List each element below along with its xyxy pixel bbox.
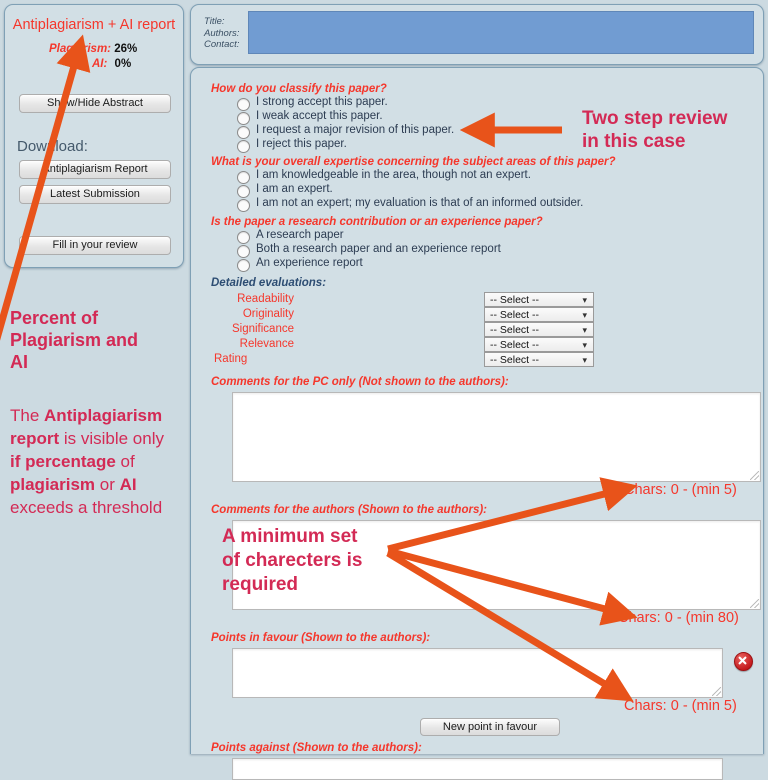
readability-select-value: -- Select -- — [490, 294, 540, 306]
resize-grip-icon[interactable] — [712, 687, 721, 696]
relevance-label: Relevance — [239, 338, 294, 350]
delete-point-icon[interactable] — [734, 652, 753, 671]
readability-label: Readability — [237, 293, 294, 305]
antiplagiarism-title: Antiplagiarism + AI report — [12, 17, 176, 33]
rating-select[interactable]: -- Select -- ▾ — [484, 352, 594, 367]
readability-select[interactable]: -- Select -- ▾ — [484, 292, 594, 307]
authors-label: Authors: — [204, 27, 240, 39]
paper-type-radio-0[interactable] — [237, 231, 250, 244]
annotation-fragment: exceeds a threshold — [10, 498, 163, 517]
submission-header-panel: Title: Authors: Contact: — [190, 4, 764, 65]
paper-type-question: Is the paper a research contribution or … — [211, 216, 543, 228]
comments-pc-label: Comments for the PC only (Not shown to t… — [211, 376, 509, 388]
annotation-fragment: AI — [119, 475, 137, 494]
originality-select[interactable]: -- Select -- ▾ — [484, 307, 594, 322]
expertise-question: What is your overall expertise concernin… — [211, 156, 616, 168]
classify-option-0[interactable]: I strong accept this paper. — [256, 96, 388, 108]
classify-radio-3[interactable] — [237, 140, 250, 153]
latest-submission-button[interactable]: Latest Submission — [19, 185, 171, 204]
classify-option-2[interactable]: I request a major revision of this paper… — [256, 124, 454, 136]
chevron-down-icon: ▾ — [582, 340, 587, 350]
fill-in-your-review-button[interactable]: Fill in your review — [19, 236, 171, 255]
plagiarism-value: 26% — [114, 43, 138, 55]
rating-select-value: -- Select -- — [490, 354, 540, 366]
comments-pc-textarea[interactable] — [232, 392, 761, 482]
points-favour-textarea[interactable] — [232, 648, 723, 698]
significance-select-value: -- Select -- — [490, 324, 540, 336]
classify-question: How do you classify this paper? — [211, 83, 387, 95]
points-against-textarea[interactable] — [232, 758, 723, 780]
points-favour-label: Points in favour (Shown to the authors): — [211, 632, 431, 644]
annotation-fragment: The — [10, 406, 45, 425]
header-field-labels: Title: Authors: Contact: — [204, 16, 239, 51]
expertise-option-0[interactable]: I am knowledgeable in the area, though n… — [256, 169, 531, 181]
chevron-down-icon: ▾ — [582, 355, 587, 365]
ai-row: AI: 0% — [92, 58, 131, 70]
new-point-in-favour-button[interactable]: New point in favour — [420, 718, 560, 736]
redacted-submission-details — [248, 11, 754, 54]
annotation-percent-title: Percent of Plagiarism and AI — [10, 308, 139, 372]
chevron-down-icon: ▾ — [582, 295, 587, 305]
points-favour-charcount: Chars: 0 - (min 5) — [624, 698, 737, 714]
annotation-two-step-review: Two step review in this case — [582, 108, 728, 152]
expertise-option-2[interactable]: I am not an expert; my evaluation is tha… — [256, 197, 583, 209]
title-label: Title: — [204, 16, 225, 27]
paper-type-option-2[interactable]: An experience report — [256, 257, 363, 269]
comments-authors-charcount: Chars: 0 - (min 80) — [618, 610, 739, 626]
classify-radio-2[interactable] — [237, 126, 250, 139]
classify-radio-1[interactable] — [237, 112, 250, 125]
ai-value: 0% — [114, 58, 132, 70]
paper-type-option-0[interactable]: A research paper — [256, 229, 344, 241]
classify-option-3[interactable]: I reject this paper. — [256, 138, 347, 150]
paper-type-radio-1[interactable] — [237, 245, 250, 258]
expertise-radio-1[interactable] — [237, 185, 250, 198]
relevance-select-value: -- Select -- — [490, 339, 540, 351]
expertise-option-1[interactable]: I am an expert. — [256, 183, 333, 195]
significance-label: Significance — [231, 323, 294, 335]
review-form-panel: How do you classify this paper? I strong… — [190, 67, 764, 780]
comments-authors-label: Comments for the authors (Shown to the a… — [211, 504, 487, 516]
annotation-fragment: or — [95, 475, 120, 494]
chevron-down-icon: ▾ — [582, 310, 587, 320]
contact-label: Contact: — [204, 39, 240, 50]
resize-grip-icon[interactable] — [750, 471, 759, 480]
classify-radio-0[interactable] — [237, 98, 250, 111]
significance-select[interactable]: -- Select -- ▾ — [484, 322, 594, 337]
expertise-radio-2[interactable] — [237, 199, 250, 212]
expertise-radio-0[interactable] — [237, 171, 250, 184]
antiplagiarism-report-button[interactable]: Antiplagiarism Report — [19, 160, 171, 179]
annotation-fragment: is visible only — [59, 429, 164, 448]
annotation-fragment: if percentage — [10, 452, 116, 471]
plagiarism-label: Plagiarism: — [49, 43, 111, 55]
chevron-down-icon: ▾ — [582, 325, 587, 335]
annotation-visibility-note: The Antiplagiarism report is visible onl… — [10, 404, 175, 519]
relevance-select[interactable]: -- Select -- ▾ — [484, 337, 594, 352]
originality-label: Originality — [242, 308, 294, 320]
points-against-label: Points against (Shown to the authors): — [211, 742, 422, 754]
originality-select-value: -- Select -- — [490, 309, 540, 321]
resize-grip-icon[interactable] — [750, 599, 759, 608]
annotation-fragment: plagiarism — [10, 475, 96, 494]
plagiarism-row: Plagiarism: 26% — [49, 43, 137, 55]
download-label: Download: — [17, 138, 88, 155]
show-hide-abstract-button[interactable]: Show/Hide Abstract — [19, 94, 171, 113]
ai-label: AI: — [92, 58, 108, 70]
annotation-fragment: of — [115, 452, 135, 471]
classify-option-1[interactable]: I weak accept this paper. — [256, 110, 383, 122]
paper-type-radio-2[interactable] — [237, 259, 250, 272]
comments-pc-charcount: Chars: 0 - (min 5) — [624, 482, 737, 498]
detailed-evaluations-title: Detailed evaluations: — [211, 277, 327, 289]
rating-label: Rating — [214, 353, 248, 365]
annotation-minimum-chars: A minimum set of charecters is required — [222, 526, 363, 595]
antiplagiarism-panel: Antiplagiarism + AI report Plagiarism: 2… — [4, 4, 184, 268]
paper-type-option-1[interactable]: Both a research paper and an experience … — [256, 243, 501, 255]
